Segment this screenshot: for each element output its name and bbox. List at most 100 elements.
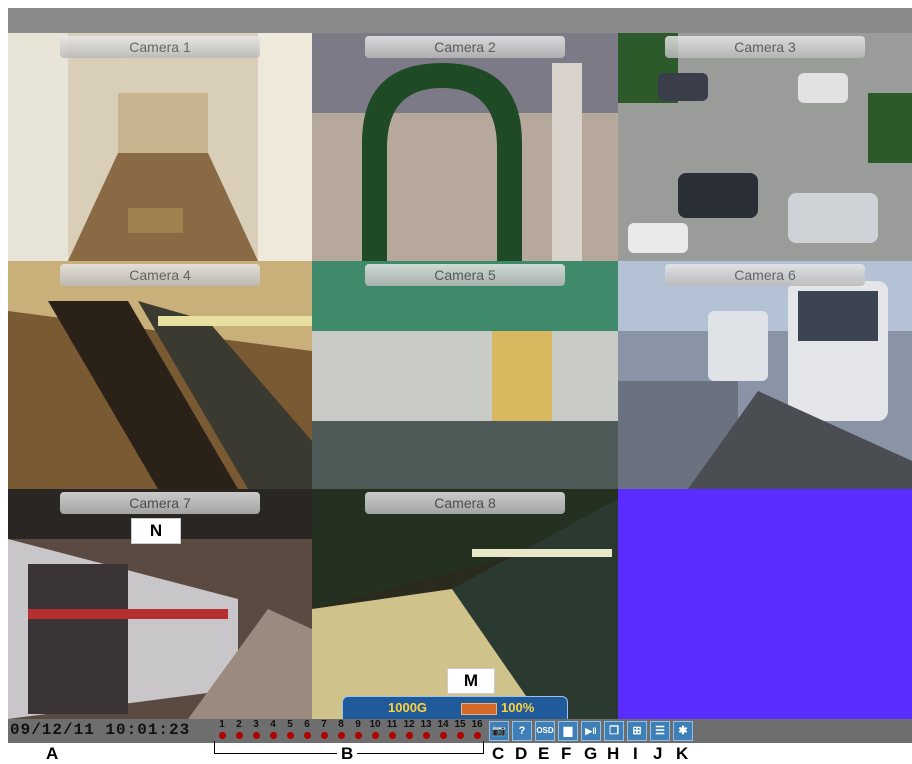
marker-b: B: [337, 744, 358, 764]
camera-tile-5[interactable]: Camera 5: [312, 261, 618, 489]
channel-number: 6: [304, 719, 310, 730]
camera-3-feed: [618, 33, 912, 261]
camera-label: Camera 1: [60, 36, 260, 58]
channel-7[interactable]: 7: [316, 719, 332, 739]
camera-tile-6[interactable]: Camera 6: [618, 261, 912, 489]
channel-number: 2: [236, 719, 242, 730]
osd-icon[interactable]: OSD: [535, 721, 555, 741]
record-dot: [218, 732, 226, 739]
window-icon[interactable]: ❐: [604, 721, 624, 741]
marker-d: D: [515, 744, 528, 763]
channel-number: 12: [403, 719, 415, 730]
channel-number: 14: [437, 719, 449, 730]
channel-10[interactable]: 10: [367, 719, 383, 739]
camera-label: Camera 8: [365, 492, 565, 514]
record-dot: [439, 732, 447, 739]
marker-j: J: [653, 744, 663, 763]
channel-8[interactable]: 8: [333, 719, 349, 739]
camera-icon[interactable]: 📷: [489, 721, 509, 741]
callout-m: M: [447, 668, 495, 694]
marker-c: C: [492, 744, 505, 763]
record-dot: [320, 732, 328, 739]
channel-number: 7: [321, 719, 327, 730]
channel-number: 15: [454, 719, 466, 730]
channel-number: 1: [219, 719, 225, 730]
record-dot: [354, 732, 362, 739]
camera-tile-4[interactable]: Camera 4: [8, 261, 312, 489]
channel-11[interactable]: 11: [384, 719, 400, 739]
channel-number: 16: [471, 719, 483, 730]
document-icon[interactable]: ▆: [558, 721, 578, 741]
channel-12[interactable]: 12: [401, 719, 417, 739]
record-dot: [371, 732, 379, 739]
camera-label: Camera 5: [365, 264, 565, 286]
record-dot: [286, 732, 294, 739]
record-dot: [337, 732, 345, 739]
top-bar: [8, 8, 912, 33]
hdd-percent: 100%: [501, 700, 535, 715]
channel-number: 4: [270, 719, 276, 730]
channel-4[interactable]: 4: [265, 719, 281, 739]
channel-5[interactable]: 5: [282, 719, 298, 739]
camera-tile-1[interactable]: Camera 1: [8, 33, 312, 261]
camera-label: Camera 4: [60, 264, 260, 286]
marker-i: I: [633, 744, 638, 763]
channel-number: 8: [338, 719, 344, 730]
marker-e: E: [538, 744, 550, 763]
camera-6-feed: [618, 261, 912, 489]
quad-grid-icon[interactable]: ⊞: [627, 721, 647, 741]
channel-number: 10: [369, 719, 381, 730]
channel-number: 5: [287, 719, 293, 730]
date-time: 09/12/11 10:01:23: [10, 721, 191, 739]
channel-indicators: 1 2 3 4 5 6 7 8 9 10 11 12 13 14 15 16: [214, 719, 498, 743]
record-dot: [422, 732, 430, 739]
help-icon[interactable]: ?: [512, 721, 532, 741]
channel-6[interactable]: 6: [299, 719, 315, 739]
channel-3[interactable]: 3: [248, 719, 264, 739]
camera-5-feed: [312, 261, 618, 489]
camera-label: Camera 7: [60, 492, 260, 514]
record-dot: [303, 732, 311, 739]
play-pause-icon[interactable]: ▶‖: [581, 721, 601, 741]
record-dot: [456, 732, 464, 739]
marker-g: G: [584, 744, 598, 763]
channel-1[interactable]: 1: [214, 719, 230, 739]
list-icon[interactable]: ☰: [650, 721, 670, 741]
camera-grid: Camera 1 Camera 2 Camera 3 Camera 4 Came…: [8, 33, 912, 719]
status-bar: 09/12/11 10:01:23 1 2 3 4 5 6 7 8 9 10 1…: [8, 719, 912, 743]
marker-k: K: [676, 744, 689, 763]
channel-2[interactable]: 2: [231, 719, 247, 739]
channel-13[interactable]: 13: [418, 719, 434, 739]
hdd-usage-bar: [461, 703, 497, 715]
channel-15[interactable]: 15: [452, 719, 468, 739]
channel-14[interactable]: 14: [435, 719, 451, 739]
record-dot: [252, 732, 260, 739]
camera-label: Camera 3: [665, 36, 865, 58]
channel-number: 13: [420, 719, 432, 730]
record-dot: [405, 732, 413, 739]
marker-a: A: [46, 744, 59, 763]
channel-number: 3: [253, 719, 259, 730]
camera-1-feed: [8, 33, 312, 261]
channel-9[interactable]: 9: [350, 719, 366, 739]
channel-16[interactable]: 16: [469, 719, 485, 739]
camera-label: Camera 2: [365, 36, 565, 58]
record-dot: [235, 732, 243, 739]
marker-f: F: [561, 744, 572, 763]
record-dot: [269, 732, 277, 739]
camera-2-feed: [312, 33, 618, 261]
channel-number: 9: [355, 719, 361, 730]
empty-channel-tile[interactable]: [618, 489, 912, 719]
hdd-size: 1000G: [388, 700, 428, 715]
callout-n: N: [131, 518, 181, 544]
channel-number: 11: [386, 719, 398, 730]
camera-4-feed: [8, 261, 312, 489]
snowflake-icon[interactable]: ✱: [673, 721, 693, 741]
camera-tile-3[interactable]: Camera 3: [618, 33, 912, 261]
record-dot: [388, 732, 396, 739]
camera-tile-2[interactable]: Camera 2: [312, 33, 618, 261]
record-dot: [473, 732, 481, 739]
marker-h: H: [607, 744, 620, 763]
hdd-status: 1000G 100%: [342, 696, 568, 719]
camera-label: Camera 6: [665, 264, 865, 286]
